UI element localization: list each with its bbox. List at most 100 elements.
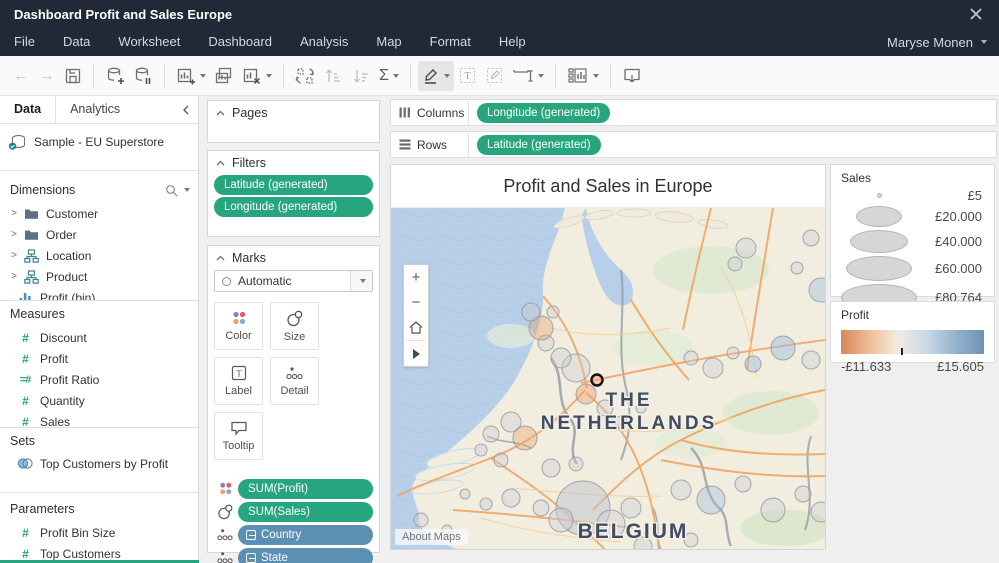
field-customer[interactable]: > Customer <box>0 203 198 224</box>
size-button[interactable]: Size <box>270 302 319 350</box>
collapse-card-icon[interactable] <box>216 255 225 261</box>
field-top-customers-by-profit[interactable]: Top Customers by Profit <box>0 453 198 474</box>
map-tools-expand-icon[interactable] <box>404 341 428 366</box>
search-icon[interactable] <box>165 184 178 197</box>
sales-legend: Sales £5 £20.000 £40.000 £60.000 £80.764 <box>830 164 995 297</box>
redo-icon[interactable]: → <box>34 61 60 91</box>
worksheet: Profit and Sales in Europe <box>390 164 826 550</box>
filter-pill-longitude[interactable]: Longitude (generated) <box>214 197 373 217</box>
pill-country[interactable]: Country <box>238 525 373 545</box>
number-icon: # <box>16 394 34 408</box>
zoom-home-icon[interactable] <box>404 315 428 340</box>
user-menu[interactable]: Maryse Monen <box>887 28 987 56</box>
tooltip-button[interactable]: Tooltip <box>214 412 263 460</box>
undo-icon[interactable]: ← <box>8 61 34 91</box>
show-hide-cards-icon[interactable] <box>563 61 603 91</box>
toolbar-separator <box>93 63 94 89</box>
tab-analytics[interactable]: Analytics <box>56 96 174 123</box>
about-maps-link[interactable]: About Maps <box>395 529 468 545</box>
pill-longitude[interactable]: Longitude (generated) <box>477 103 610 123</box>
clear-sheet-icon[interactable] <box>238 61 276 91</box>
map-canvas[interactable]: THE NETHERLANDS BELGIUM + − About Maps <box>391 207 825 549</box>
columns-shelf-label: Columns <box>391 100 469 125</box>
pill-sum-sales[interactable]: SUM(Sales) <box>238 502 373 522</box>
filter-pill-latitude[interactable]: Latitude (generated) <box>214 175 373 195</box>
expand-icon[interactable]: > <box>8 229 20 240</box>
color-button[interactable]: Color <box>214 302 263 350</box>
chevron-down-icon <box>266 74 272 78</box>
columns-shelf[interactable]: Columns Longitude (generated) <box>390 99 997 126</box>
title-bar: Dashboard Profit and Sales Europe <box>0 0 999 28</box>
size-icon <box>286 310 304 327</box>
sets-header: Sets <box>0 427 198 453</box>
mark-type-dropdown[interactable]: Automatic <box>214 270 373 292</box>
close-icon[interactable] <box>967 5 985 23</box>
sort-descending-icon[interactable] <box>347 61 375 91</box>
pill-sum-profit[interactable]: SUM(Profit) <box>238 479 373 499</box>
save-icon[interactable] <box>60 61 86 91</box>
field-profit-ratio[interactable]: =# Profit Ratio <box>0 369 198 390</box>
menu-analysis[interactable]: Analysis <box>286 28 362 56</box>
menu-worksheet[interactable]: Worksheet <box>104 28 194 56</box>
field-discount[interactable]: # Discount <box>0 327 198 348</box>
menu-dashboard[interactable]: Dashboard <box>194 28 286 56</box>
duplicate-sheet-icon[interactable] <box>210 61 238 91</box>
format-icon[interactable] <box>481 61 508 91</box>
menu-help[interactable]: Help <box>485 28 540 56</box>
presentation-mode-icon[interactable] <box>618 61 646 91</box>
collapse-member-icon[interactable] <box>246 553 256 563</box>
rows-icon <box>399 139 411 150</box>
field-label: Customer <box>46 207 98 221</box>
collapse-member-icon[interactable] <box>246 530 256 540</box>
selected-mark[interactable] <box>592 375 603 386</box>
toolbar-separator <box>555 63 556 89</box>
rows-shelf[interactable]: Rows Latitude (generated) <box>390 131 997 158</box>
pill-latitude[interactable]: Latitude (generated) <box>477 135 601 155</box>
field-order[interactable]: > Order <box>0 224 198 245</box>
expand-icon[interactable]: > <box>8 208 20 219</box>
chevron-down-icon <box>360 279 366 283</box>
sort-ascending-icon[interactable] <box>319 61 347 91</box>
profit-legend: Profit -£11.633 £15.605 <box>830 301 995 363</box>
text-label-icon[interactable]: T <box>454 61 481 91</box>
menu-format[interactable]: Format <box>416 28 485 56</box>
profit-gradient <box>841 330 984 354</box>
datasource-item[interactable]: Sample - EU Superstore <box>0 130 198 154</box>
pill-state[interactable]: State <box>238 548 373 563</box>
field-product[interactable]: > Product <box>0 266 198 287</box>
new-worksheet-icon[interactable] <box>172 61 210 91</box>
measures-header: Measures <box>0 300 198 326</box>
expand-icon[interactable]: > <box>8 250 20 261</box>
detail-button[interactable]: Detail <box>270 357 319 405</box>
cards-pane: Pages Filters Latitude (generated) Longi… <box>199 96 388 563</box>
zoom-in-icon[interactable]: + <box>404 265 428 290</box>
field-profit-bin-size[interactable]: # Profit Bin Size <box>0 522 198 543</box>
zoom-out-icon[interactable]: − <box>404 290 428 315</box>
field-location[interactable]: > Location <box>0 245 198 266</box>
tab-data[interactable]: Data <box>0 96 56 123</box>
fit-width-icon[interactable] <box>508 61 548 91</box>
view-options-icon[interactable] <box>184 188 190 192</box>
collapse-pane-icon[interactable] <box>174 96 198 123</box>
pause-updates-icon[interactable] <box>129 61 157 91</box>
collapse-card-icon[interactable] <box>216 160 225 166</box>
menu-map[interactable]: Map <box>362 28 415 56</box>
highlight-icon[interactable] <box>418 61 454 91</box>
new-datasource-icon[interactable] <box>101 61 129 91</box>
field-label: Product <box>46 270 87 284</box>
rows-shelf-label: Rows <box>391 132 469 157</box>
field-profit[interactable]: # Profit <box>0 348 198 369</box>
parameters-header: Parameters <box>0 497 198 521</box>
field-quantity[interactable]: # Quantity <box>0 390 198 411</box>
field-label: Top Customers by Profit <box>40 457 168 471</box>
datasource-name: Sample - EU Superstore <box>34 135 164 149</box>
collapse-card-icon[interactable] <box>216 110 225 116</box>
menu-file[interactable]: File <box>0 28 49 56</box>
toolbar-separator <box>410 63 411 89</box>
toolbar-separator <box>283 63 284 89</box>
label-button[interactable]: T Label <box>214 357 263 405</box>
totals-icon[interactable]: Σ <box>375 61 403 91</box>
expand-icon[interactable]: > <box>8 271 20 282</box>
menu-data[interactable]: Data <box>49 28 104 56</box>
swap-axes-icon[interactable] <box>291 61 319 91</box>
